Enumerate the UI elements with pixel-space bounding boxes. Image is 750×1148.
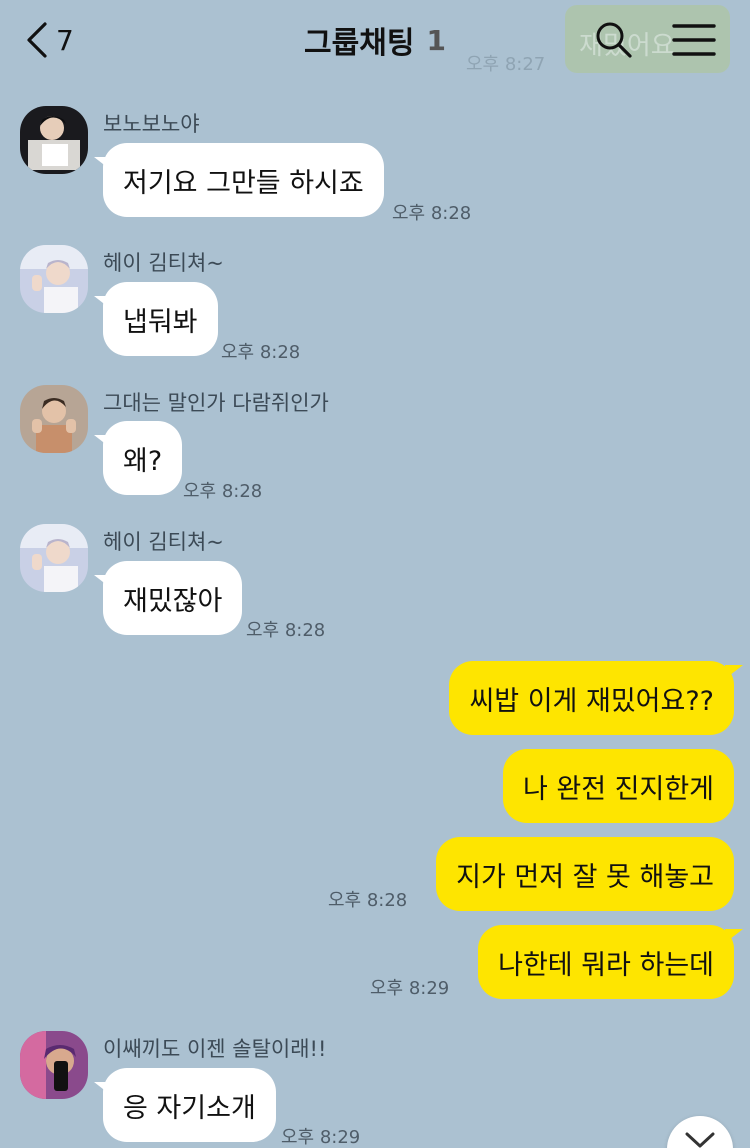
message-text: 나한테 뭐라 하는데 — [498, 949, 714, 981]
chat-title-area: 그룹채팅 1 — [0, 18, 750, 62]
message-text: 응 자기소개 — [123, 1092, 256, 1124]
avatar[interactable] — [20, 106, 88, 174]
message-time: 오후 8:28 — [246, 620, 326, 641]
message-text: 나 완전 진지한게 — [522, 773, 714, 805]
avatar[interactable] — [20, 245, 88, 313]
member-count: 1 — [426, 23, 446, 57]
message-bubble[interactable]: 냅둬봐 — [94, 282, 218, 356]
message-time: 오후 8:28 — [328, 890, 408, 911]
message-text: 저기요 그만들 하시죠 — [123, 167, 364, 199]
avatar[interactable] — [20, 1031, 88, 1099]
chat-title: 그룹채팅 — [304, 26, 415, 61]
message-time: 오후 8:28 — [392, 203, 472, 224]
my-message-bubble[interactable]: 씨밥 이게 재밌어요?? — [449, 661, 743, 735]
message-text: 재밌잖아 — [123, 585, 223, 617]
my-message-bubble[interactable]: 나한테 뭐라 하는데 — [478, 925, 743, 999]
message-bubble[interactable]: 응 자기소개 — [94, 1068, 276, 1142]
my-message-bubble[interactable]: 지가 먼저 잘 못 해놓고 — [436, 837, 734, 911]
message-time: 오후 8:29 — [370, 978, 450, 999]
chat-header: 재밌어요 오후 8:27 7 그룹채팅 1 — [0, 0, 750, 84]
sender-name: 이쌔끼도 이젠 솔탈이래!! — [103, 1037, 327, 1061]
scroll-to-bottom-button[interactable] — [667, 1116, 733, 1148]
sender-name: 헤이 김티쳐~ — [103, 530, 224, 554]
search-icon — [594, 22, 634, 64]
message-text: 씨밥 이게 재밌어요?? — [469, 685, 714, 717]
sender-name: 헤이 김티쳐~ — [103, 251, 224, 275]
my-message-bubble[interactable]: 나 완전 진지한게 — [502, 749, 734, 823]
message-bubble[interactable]: 저기요 그만들 하시죠 — [94, 143, 384, 217]
search-button[interactable] — [594, 20, 634, 60]
avatar[interactable] — [20, 385, 88, 453]
message-bubble[interactable]: 왜? — [94, 421, 183, 495]
menu-button[interactable] — [672, 22, 716, 58]
message-text: 냅둬봐 — [123, 306, 198, 338]
message-bubble[interactable]: 재밌잖아 — [94, 561, 243, 635]
message-time: 오후 8:29 — [281, 1127, 361, 1148]
sender-name: 보노보노야 — [103, 112, 200, 136]
message-text: 지가 먼저 잘 못 해놓고 — [456, 861, 714, 893]
message-time: 오후 8:28 — [183, 481, 263, 502]
hamburger-menu-icon — [672, 24, 716, 62]
message-time: 오후 8:28 — [221, 342, 301, 363]
sender-name: 그대는 말인가 다람쥐인가 — [103, 391, 329, 415]
avatar[interactable] — [20, 524, 88, 592]
message-text: 왜? — [123, 445, 163, 477]
